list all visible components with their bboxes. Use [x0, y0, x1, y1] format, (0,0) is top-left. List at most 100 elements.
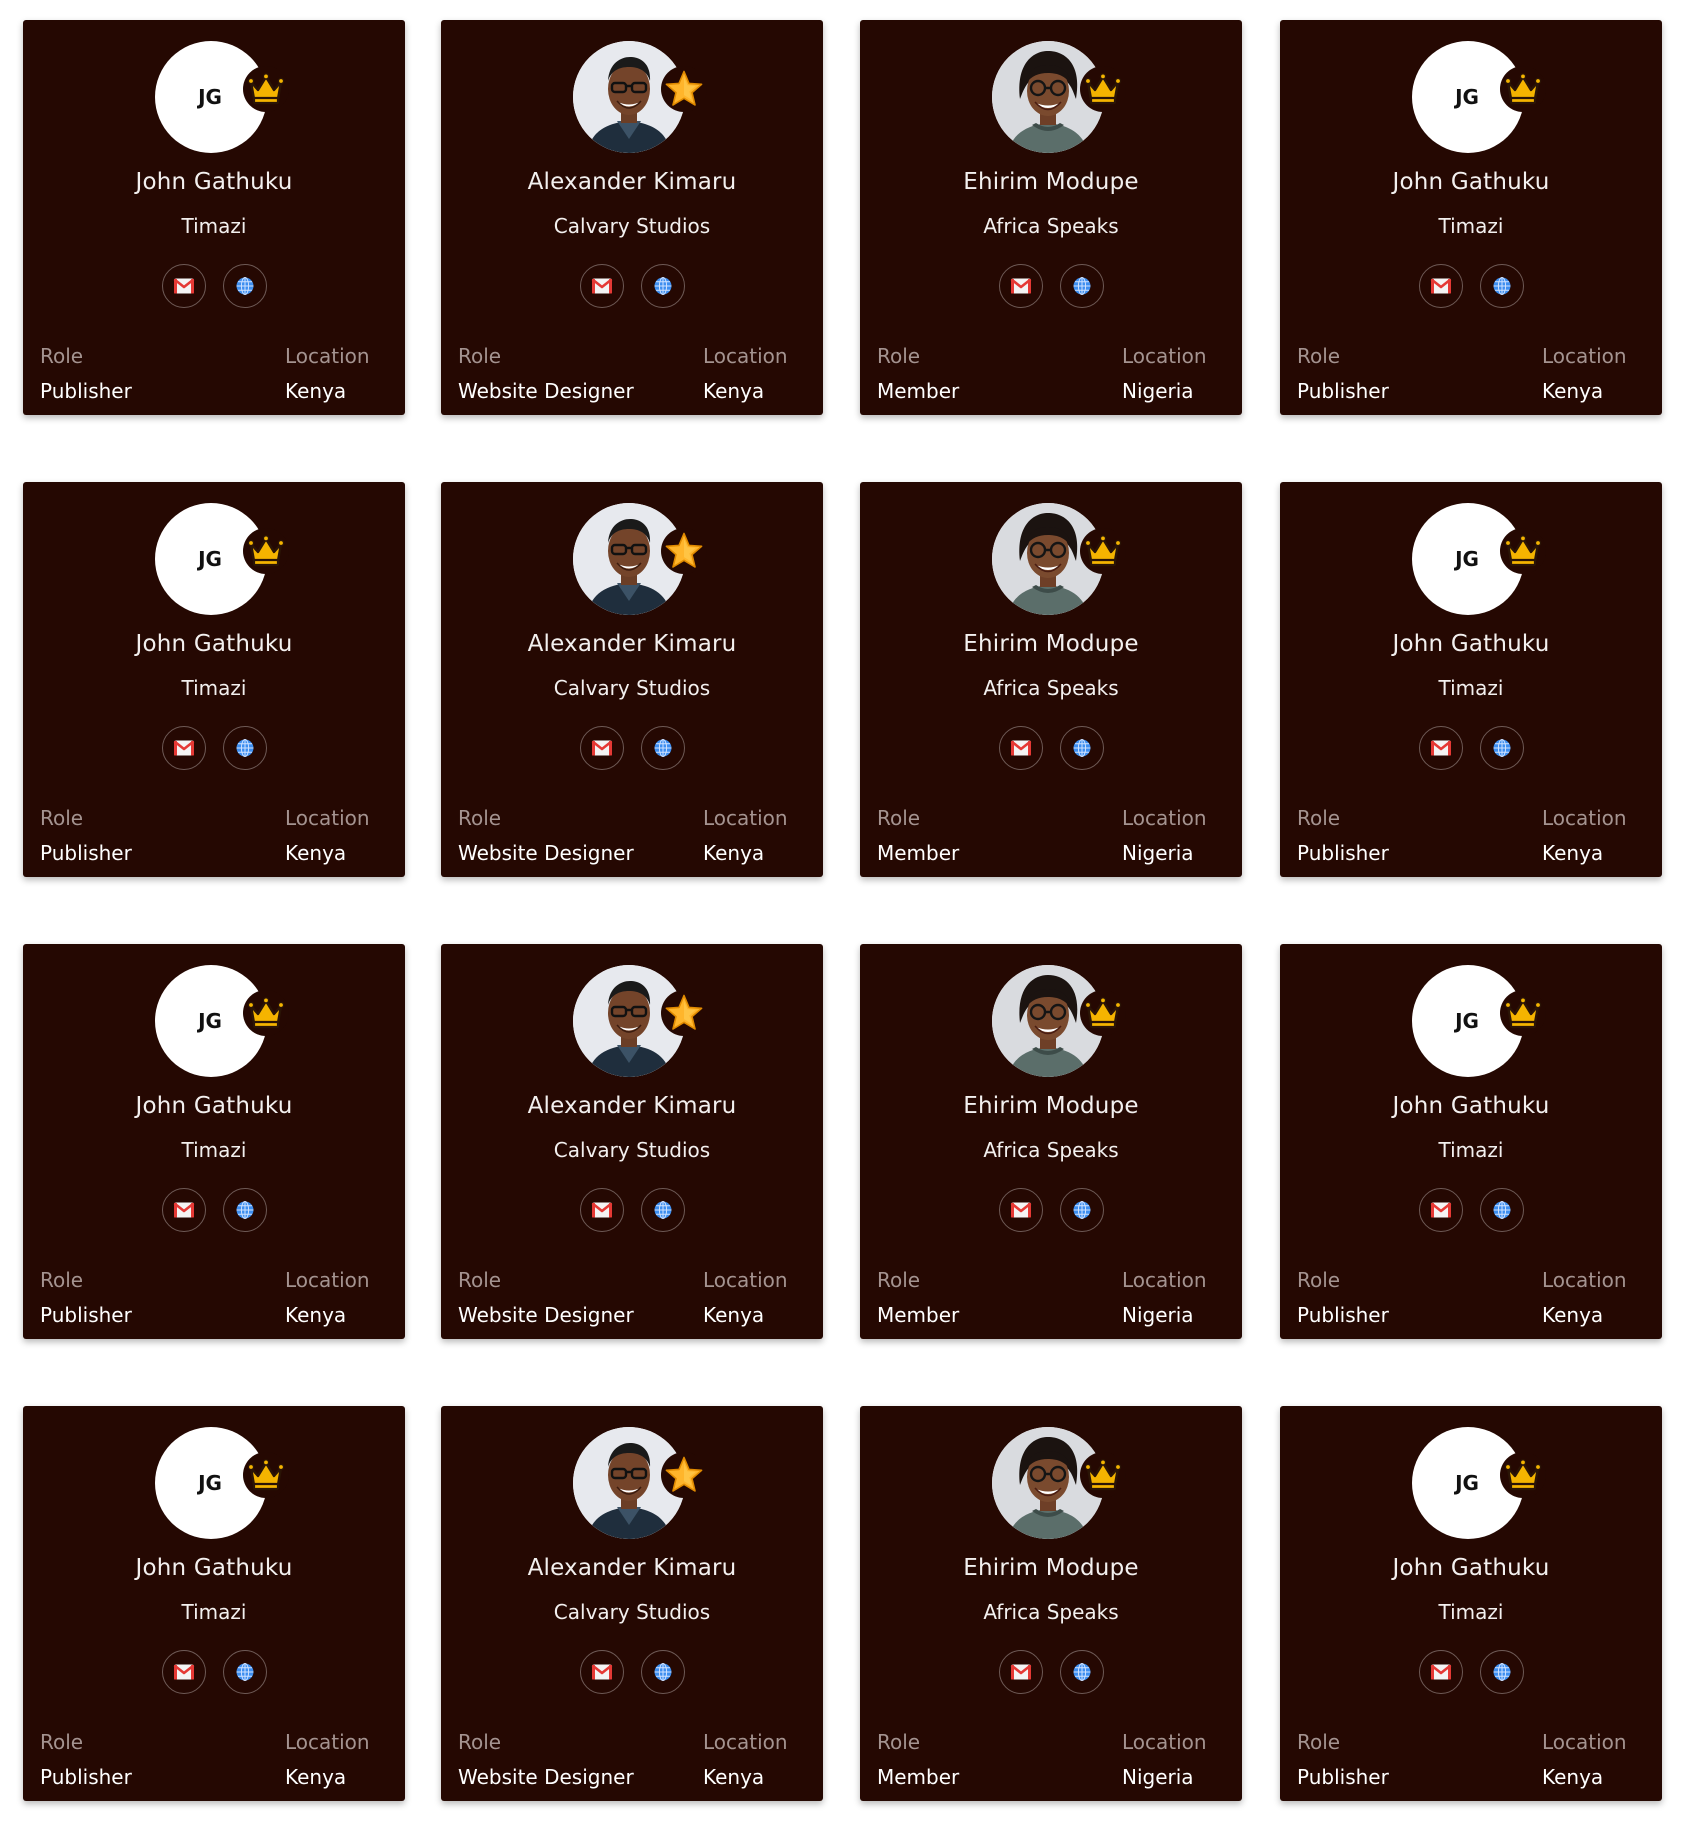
- website-button[interactable]: [1479, 1188, 1524, 1232]
- contact-actions: [23, 726, 405, 770]
- website-button[interactable]: [1059, 1188, 1104, 1232]
- role-value: Member: [877, 379, 960, 403]
- profile-card[interactable]: Ehirim Modupe Africa Speaks Role Member …: [860, 944, 1242, 1339]
- role-field: Role Publisher: [40, 343, 132, 404]
- email-button[interactable]: [161, 1188, 206, 1232]
- avatar-container: [992, 1427, 1126, 1539]
- email-button[interactable]: [579, 264, 624, 308]
- role-value: Publisher: [1297, 1765, 1389, 1789]
- website-button[interactable]: [1479, 264, 1524, 308]
- avatar-initials: JG: [1455, 1471, 1479, 1495]
- email-button[interactable]: [579, 1650, 624, 1694]
- profile-card[interactable]: Ehirim Modupe Africa Speaks Role Member …: [860, 20, 1242, 415]
- profile-card[interactable]: JG John Gathuku Timazi Role Publisher Lo…: [1280, 944, 1662, 1339]
- profile-organization: Africa Speaks: [983, 1138, 1119, 1162]
- website-button[interactable]: [222, 726, 267, 770]
- email-button[interactable]: [998, 1650, 1043, 1694]
- profile-name: Ehirim Modupe: [963, 169, 1139, 195]
- globe-icon: [654, 1663, 671, 1681]
- contact-actions: [1280, 264, 1662, 308]
- globe-icon: [236, 1663, 253, 1681]
- email-button[interactable]: [579, 1188, 624, 1232]
- website-button[interactable]: [640, 264, 685, 308]
- location-value: Kenya: [703, 841, 765, 865]
- profile-card[interactable]: Alexander Kimaru Calvary Studios Role We…: [441, 944, 823, 1339]
- profile-name: Alexander Kimaru: [527, 169, 737, 195]
- contact-actions: [1280, 1188, 1662, 1232]
- location-field: Location Nigeria: [1122, 1729, 1207, 1790]
- email-button[interactable]: [998, 726, 1043, 770]
- website-button[interactable]: [1479, 1650, 1524, 1694]
- contact-actions: [441, 264, 823, 308]
- role-value: Publisher: [40, 1303, 132, 1327]
- website-button[interactable]: [222, 264, 267, 308]
- avatar-container: [573, 503, 707, 615]
- avatar-container: [992, 965, 1126, 1077]
- crown-icon: [1504, 1459, 1542, 1491]
- email-button[interactable]: [161, 264, 206, 308]
- email-button[interactable]: [1418, 1650, 1463, 1694]
- role-field: Role Member: [877, 805, 959, 866]
- crown-icon: [247, 1459, 285, 1491]
- profile-card-grid: JG John Gathuku Timazi Role Publisher Lo…: [0, 0, 1688, 1835]
- mail-icon: [1430, 1664, 1451, 1680]
- role-label: Role: [1297, 1730, 1341, 1754]
- avatar-container: JG: [1412, 1427, 1546, 1539]
- location-label: Location: [703, 806, 788, 830]
- location-value: Nigeria: [1122, 379, 1194, 403]
- location-label: Location: [1542, 806, 1627, 830]
- profile-card[interactable]: JG John Gathuku Timazi Role Publisher Lo…: [23, 944, 405, 1339]
- profile-card[interactable]: JG John Gathuku Timazi Role Publisher Lo…: [1280, 482, 1662, 877]
- globe-icon: [1493, 1663, 1510, 1681]
- email-button[interactable]: [1418, 1188, 1463, 1232]
- role-value: Publisher: [1297, 379, 1389, 403]
- website-button[interactable]: [222, 1188, 267, 1232]
- email-button[interactable]: [161, 1650, 206, 1694]
- role-value: Publisher: [1297, 841, 1389, 865]
- website-button[interactable]: [640, 1650, 685, 1694]
- email-button[interactable]: [161, 726, 206, 770]
- profile-card[interactable]: JG John Gathuku Timazi Role Publisher Lo…: [23, 1406, 405, 1801]
- location-field: Location Kenya: [285, 343, 370, 404]
- profile-card[interactable]: JG John Gathuku Timazi Role Publisher Lo…: [1280, 20, 1662, 415]
- website-button[interactable]: [222, 1650, 267, 1694]
- profile-card[interactable]: Alexander Kimaru Calvary Studios Role We…: [441, 20, 823, 415]
- contact-actions: [860, 1650, 1242, 1694]
- website-button[interactable]: [1059, 726, 1104, 770]
- profile-card[interactable]: JG John Gathuku Timazi Role Publisher Lo…: [1280, 1406, 1662, 1801]
- globe-icon: [236, 739, 253, 757]
- role-field: Role Member: [877, 1729, 959, 1790]
- profile-card[interactable]: JG John Gathuku Timazi Role Publisher Lo…: [23, 20, 405, 415]
- website-button[interactable]: [640, 726, 685, 770]
- star-icon: [665, 1456, 703, 1492]
- email-button[interactable]: [579, 726, 624, 770]
- profile-card[interactable]: Ehirim Modupe Africa Speaks Role Member …: [860, 482, 1242, 877]
- location-value: Kenya: [285, 1765, 347, 1789]
- website-button[interactable]: [1059, 1650, 1104, 1694]
- globe-icon: [1073, 1201, 1090, 1219]
- email-button[interactable]: [1418, 264, 1463, 308]
- email-button[interactable]: [1418, 726, 1463, 770]
- contact-actions: [23, 1650, 405, 1694]
- location-label: Location: [285, 806, 370, 830]
- role-label: Role: [40, 344, 84, 368]
- role-value: Publisher: [40, 379, 132, 403]
- location-label: Location: [703, 344, 788, 368]
- crown-badge: [1500, 66, 1546, 112]
- website-button[interactable]: [640, 1188, 685, 1232]
- star-badge: [661, 990, 707, 1036]
- website-button[interactable]: [1059, 264, 1104, 308]
- email-button[interactable]: [998, 1188, 1043, 1232]
- avatar-container: JG: [155, 41, 289, 153]
- location-label: Location: [285, 344, 370, 368]
- profile-name: John Gathuku: [1392, 169, 1550, 195]
- location-field: Location Kenya: [285, 805, 370, 866]
- website-button[interactable]: [1479, 726, 1524, 770]
- profile-card[interactable]: JG John Gathuku Timazi Role Publisher Lo…: [23, 482, 405, 877]
- profile-card[interactable]: Alexander Kimaru Calvary Studios Role We…: [441, 482, 823, 877]
- email-button[interactable]: [998, 264, 1043, 308]
- profile-card[interactable]: Ehirim Modupe Africa Speaks Role Member …: [860, 1406, 1242, 1801]
- crown-icon: [1504, 535, 1542, 567]
- mail-icon: [1430, 740, 1451, 756]
- profile-card[interactable]: Alexander Kimaru Calvary Studios Role We…: [441, 1406, 823, 1801]
